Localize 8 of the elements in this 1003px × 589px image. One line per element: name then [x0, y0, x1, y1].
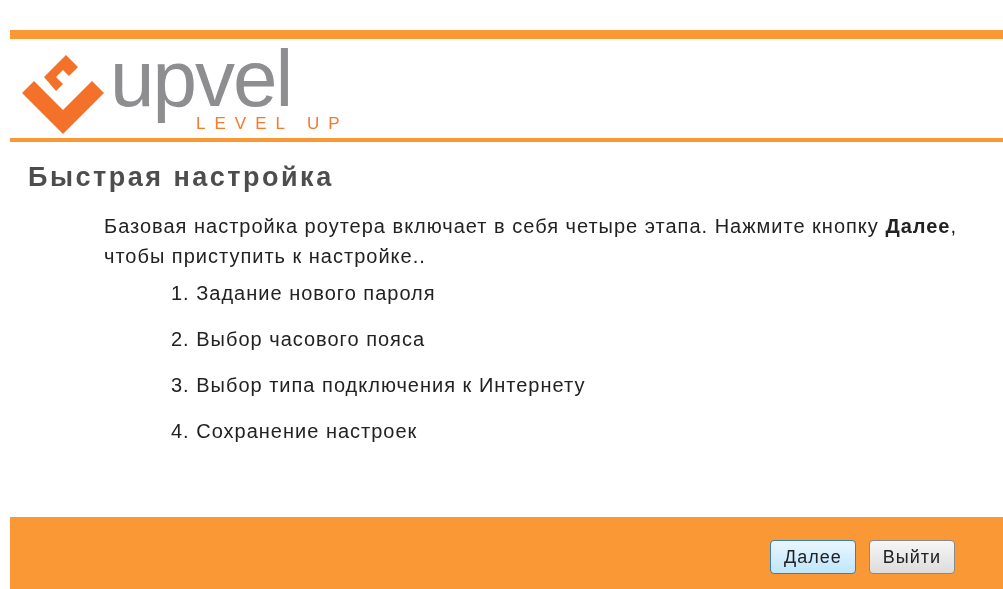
exit-button[interactable]: Выйти: [868, 540, 955, 574]
step-text: 2. Выбор часового пояса: [171, 327, 426, 351]
page-title: Быстрая настройка: [27, 161, 334, 193]
next-button[interactable]: Далее: [769, 540, 856, 574]
step-text: 1. Задание нового пароля: [171, 281, 436, 305]
intro-text: Базовая настройка роутера включает в себя четыре этапа. Нажмите кнопку Далее, чтобы приступить к настройке..: [104, 214, 959, 269]
step-text: 4. Сохранение настроек: [171, 419, 418, 443]
step-text: 3. Выбор типа подключения к Интернету: [171, 373, 586, 397]
